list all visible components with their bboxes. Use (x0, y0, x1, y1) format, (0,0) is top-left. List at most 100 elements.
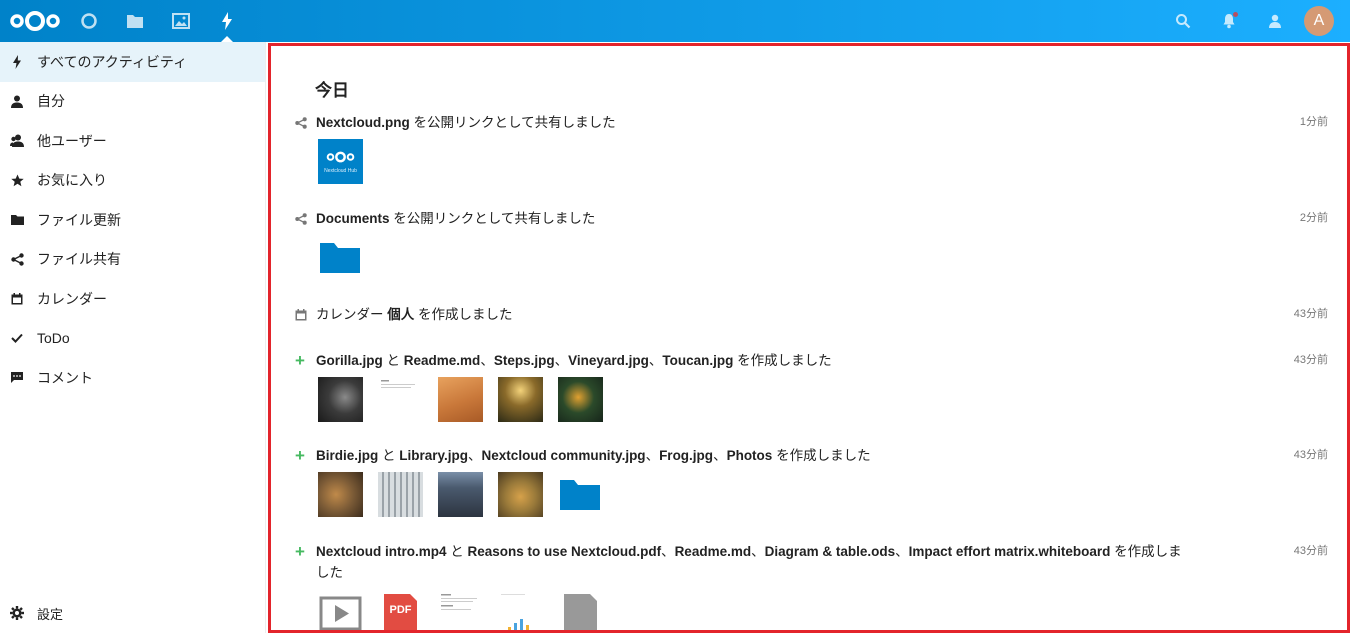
file-link[interactable]: Birdie.jpg (316, 448, 378, 463)
folder-link[interactable]: Photos (727, 448, 773, 463)
file-link[interactable]: Gorilla.jpg (316, 353, 383, 368)
activity-item: + Nextcloud intro.mp4 と Reasons to use N… (292, 541, 1328, 630)
activity-item: Nextcloud.png を公開リンクとして共有しました 1分前 Nextcl… (292, 112, 1328, 184)
file-link[interactable]: Steps.jpg (494, 353, 555, 368)
search-icon[interactable] (1160, 0, 1206, 42)
share-icon (292, 208, 316, 229)
notification-dot (1233, 12, 1238, 17)
sidebar-item-label: コメント (37, 369, 93, 386)
activity-icon[interactable] (204, 0, 250, 42)
sidebar-item-file-shares[interactable]: ファイル共有 (0, 240, 265, 280)
sidebar-item-others[interactable]: 他ユーザー (0, 121, 265, 161)
activity-item: + Birdie.jpg と Library.jpg、Nextcloud com… (292, 445, 1328, 517)
birdie-thumbnail[interactable] (318, 472, 363, 517)
activity-text-sep: 、 (648, 353, 663, 368)
file-link[interactable]: Frog.jpg (659, 448, 713, 463)
sidebar-item-all-activities[interactable]: すべてのアクティビティ (0, 42, 265, 82)
activity-text-rest: を公開リンクとして共有しました (389, 211, 596, 226)
calendar-icon (292, 304, 316, 325)
activity-time: 43分前 (1293, 545, 1328, 557)
folder-icon[interactable] (558, 472, 603, 517)
toucan-thumbnail[interactable] (558, 377, 603, 422)
vineyard-thumbnail[interactable] (498, 377, 543, 422)
file-link[interactable]: Readme.md (404, 353, 481, 368)
dashboard-icon[interactable] (66, 0, 112, 42)
file-link[interactable]: Vineyard.jpg (568, 353, 649, 368)
sidebar-item-calendar[interactable]: カレンダー (0, 279, 265, 319)
activity-previews: Nextcloud Hub (318, 139, 1328, 184)
gorilla-thumbnail[interactable] (318, 377, 363, 422)
library-thumbnail[interactable] (378, 472, 423, 517)
sidebar-item-todo[interactable]: ToDo (0, 319, 265, 359)
spreadsheet-thumbnail[interactable] (498, 591, 543, 630)
steps-thumbnail[interactable] (438, 377, 483, 422)
sidebar-item-label: すべてのアクティビティ (37, 53, 188, 70)
activity-item: カレンダー 個人 を作成しました 43分前 (292, 304, 1328, 325)
person-icon (10, 94, 24, 108)
whiteboard-file-icon[interactable] (558, 591, 603, 630)
calendar-icon (10, 292, 24, 306)
files-icon[interactable] (112, 0, 158, 42)
activity-text-sep: 、 (661, 544, 675, 559)
user-avatar[interactable]: A (1304, 6, 1334, 36)
readme-thumbnail[interactable] (378, 377, 423, 422)
activity-text-sep: 、 (645, 448, 660, 463)
plus-icon: + (295, 542, 305, 561)
pdf-file-icon[interactable]: PDF (378, 591, 423, 630)
file-link[interactable]: Readme.md (675, 544, 752, 559)
activity-previews (318, 235, 1328, 280)
file-link[interactable]: Nextcloud intro.mp4 (316, 544, 447, 559)
readme-thumbnail[interactable] (438, 591, 483, 630)
folder-icon (10, 213, 24, 227)
photos-icon[interactable] (158, 0, 204, 42)
activity-time: 2分前 (1299, 212, 1328, 224)
sidebar-item-label: カレンダー (37, 290, 107, 307)
sidebar-item-self[interactable]: 自分 (0, 82, 265, 122)
activity-text-rest: を公開リンクとして共有しました (409, 115, 616, 130)
sidebar-item-favorites[interactable]: お気に入り (0, 161, 265, 201)
pdf-label: PDF (389, 604, 412, 616)
contacts-icon[interactable] (1252, 0, 1298, 42)
star-icon (10, 173, 24, 187)
header-right: A (1160, 0, 1350, 42)
activity-text-sep: 、 (480, 353, 494, 368)
file-link[interactable]: Nextcloud community.jpg (482, 448, 646, 463)
file-link[interactable]: Library.jpg (399, 448, 468, 463)
activity-text-rest: を作成しました (733, 353, 832, 368)
folder-link[interactable]: Documents (316, 211, 390, 226)
frog-thumbnail[interactable] (498, 472, 543, 517)
activity-item: Documents を公開リンクとして共有しました 2分前 (292, 208, 1328, 280)
activity-text-sep: 、 (468, 448, 482, 463)
sidebar-item-file-changes[interactable]: ファイル更新 (0, 200, 265, 240)
activity-text: Nextcloud.png を公開リンクとして共有しました (316, 112, 1196, 133)
plus-icon: + (295, 351, 305, 370)
nextcloud-logo[interactable] (4, 0, 66, 42)
file-link[interactable]: Diagram & table.ods (765, 544, 896, 559)
sidebar-item-label: お気に入り (37, 172, 107, 189)
share-icon (292, 112, 316, 133)
activity-time: 1分前 (1299, 116, 1328, 128)
video-file-icon[interactable] (318, 591, 363, 630)
sidebar-item-comments[interactable]: コメント (0, 358, 265, 398)
activity-text-sep: 、 (895, 544, 909, 559)
file-link[interactable]: Reasons to use Nextcloud.pdf (468, 544, 662, 559)
activity-time: 43分前 (1293, 308, 1328, 320)
file-link[interactable]: Impact effort matrix.whiteboard (909, 544, 1111, 559)
sidebar-item-label: ToDo (37, 330, 70, 347)
activity-text-sep: と (382, 353, 404, 368)
folder-icon[interactable] (318, 235, 363, 280)
activity-text: Documents を公開リンクとして共有しました (316, 208, 1196, 229)
activity-text-rest: を作成しました (772, 448, 871, 463)
activity-text-sep: 、 (751, 544, 765, 559)
activity-previews: PDF (318, 591, 1328, 630)
sidebar-item-label: 他ユーザー (37, 132, 107, 149)
nextcloud-png-thumbnail[interactable]: Nextcloud Hub (318, 139, 363, 184)
file-link[interactable]: Nextcloud.png (316, 115, 410, 130)
settings-button[interactable]: 設定 (0, 599, 266, 627)
file-link[interactable]: Toucan.jpg (662, 353, 733, 368)
calendar-link[interactable]: 個人 (387, 307, 414, 322)
sidebar-item-label: ファイル共有 (37, 251, 121, 268)
community-thumbnail[interactable] (438, 472, 483, 517)
activity-text-sep: 、 (554, 353, 569, 368)
notifications-bell-icon[interactable] (1206, 0, 1252, 42)
